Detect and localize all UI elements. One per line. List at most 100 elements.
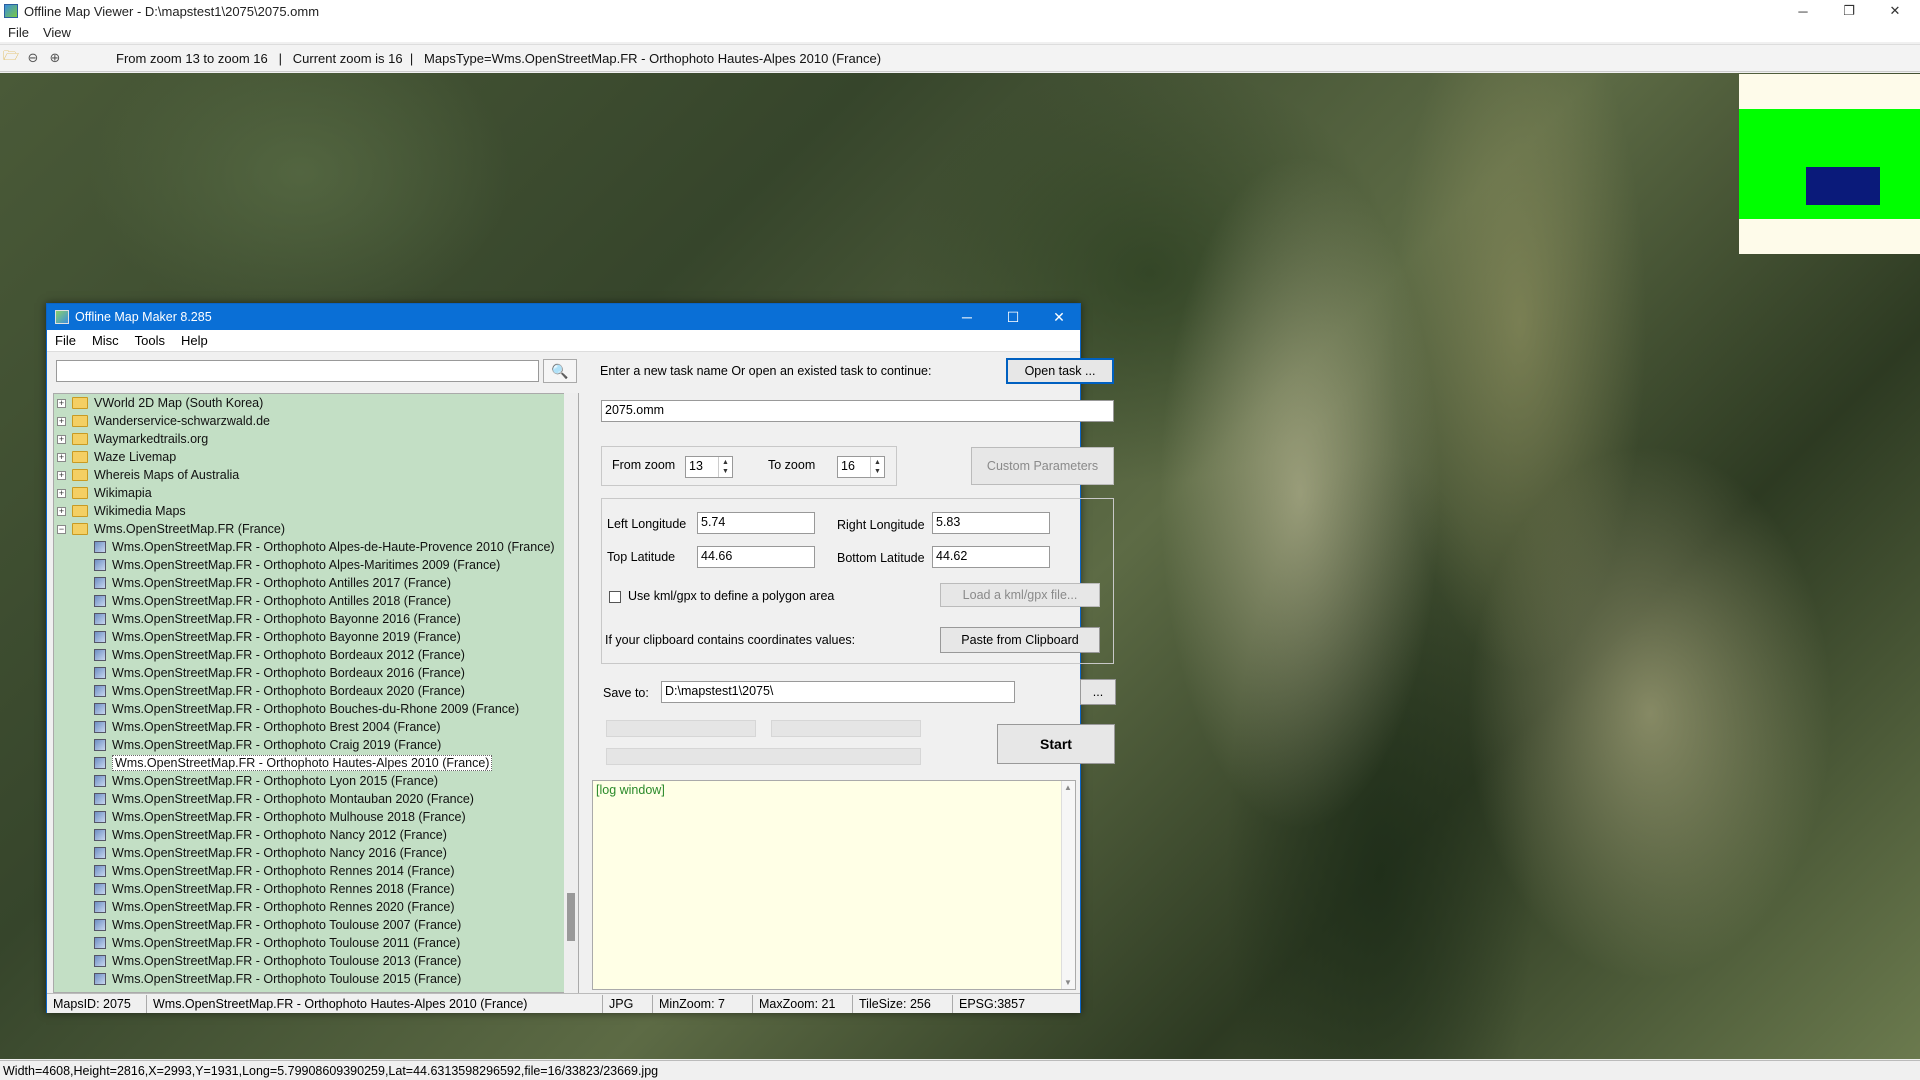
kml-checkbox[interactable] (609, 591, 621, 603)
tree-map-item[interactable]: Wms.OpenStreetMap.FR - Orthophoto Alpes-… (54, 556, 578, 574)
tree-map-item[interactable]: Wms.OpenStreetMap.FR - Orthophoto Craig … (54, 736, 578, 754)
tree-folder[interactable]: + Wanderservice-schwarzwald.de (54, 412, 578, 430)
maximize-button[interactable]: ❐ (1826, 0, 1872, 22)
tree-folder[interactable]: − Wms.OpenStreetMap.FR (France) (54, 520, 578, 538)
log-scrollbar[interactable]: ▲ ▼ (1061, 781, 1075, 989)
tree-map-item[interactable]: Wms.OpenStreetMap.FR - Orthophoto Bayonn… (54, 628, 578, 646)
scroll-up-icon[interactable]: ▲ (1064, 783, 1072, 792)
dialog-close-button[interactable]: ✕ (1036, 304, 1082, 330)
tree-map-item[interactable]: Wms.OpenStreetMap.FR - Orthophoto Rennes… (54, 898, 578, 916)
tree-folder[interactable]: + Whereis Maps of Australia (54, 466, 578, 484)
dialog-menu-file[interactable]: File (55, 333, 76, 348)
tree-map-item[interactable]: Wms.OpenStreetMap.FR - Orthophoto Bordea… (54, 646, 578, 664)
left-longitude-field[interactable]: 5.74 (697, 512, 815, 534)
tree-map-label: Wms.OpenStreetMap.FR - Orthophoto Bordea… (112, 648, 465, 662)
tree-folder[interactable]: + VWorld 2D Map (South Korea) (54, 394, 578, 412)
dialog-minimize-button[interactable]: ─ (944, 304, 990, 330)
tree-map-label: Wms.OpenStreetMap.FR - Orthophoto Toulou… (112, 972, 462, 986)
tree-map-item[interactable]: Wms.OpenStreetMap.FR - Orthophoto Antill… (54, 574, 578, 592)
close-button[interactable]: ✕ (1872, 0, 1918, 22)
map-source-icon (94, 649, 106, 661)
map-source-icon (94, 883, 106, 895)
search-icon[interactable]: 🔍 (543, 359, 577, 383)
save-path-field[interactable]: D:\mapstest1\2075\ (661, 681, 1015, 703)
search-input[interactable] (56, 360, 539, 382)
log-window[interactable]: [log window] ▲ ▼ (592, 780, 1076, 990)
expander-icon[interactable]: + (57, 452, 66, 462)
tree-map-item[interactable]: Wms.OpenStreetMap.FR - Orthophoto Lyon 2… (54, 772, 578, 790)
dialog-menu-misc[interactable]: Misc (92, 333, 119, 348)
scroll-down-icon[interactable]: ▼ (1064, 978, 1072, 987)
map-source-icon (94, 703, 106, 715)
tree-map-item[interactable]: Wms.OpenStreetMap.FR - Orthophoto Montau… (54, 790, 578, 808)
zoom-out-icon[interactable]: ⊖ (22, 47, 44, 69)
folder-icon (72, 487, 88, 499)
tree-map-item[interactable]: Wms.OpenStreetMap.FR - Orthophoto Bordea… (54, 664, 578, 682)
paste-clipboard-button[interactable]: Paste from Clipboard (940, 627, 1100, 653)
top-latitude-field[interactable]: 44.66 (697, 546, 815, 568)
tree-map-item[interactable]: Wms.OpenStreetMap.FR - Orthophoto Bordea… (54, 682, 578, 700)
tree-folder[interactable]: + Wikimedia Maps (54, 502, 578, 520)
tree-scrollbar-thumb[interactable] (567, 893, 575, 941)
start-button[interactable]: Start (997, 724, 1115, 764)
from-zoom-stepper[interactable]: 13 ▲ ▼ (685, 456, 733, 478)
tree-map-item[interactable]: Wms.OpenStreetMap.FR - Orthophoto Toulou… (54, 916, 578, 934)
tree-map-item[interactable]: Wms.OpenStreetMap.FR - Orthophoto Bouche… (54, 700, 578, 718)
map-source-tree[interactable]: + VWorld 2D Map (South Korea) + Wanderservi… (53, 393, 579, 993)
expander-icon[interactable]: + (57, 434, 66, 444)
open-folder-icon[interactable]: 🗁 (0, 47, 22, 69)
custom-parameters-button[interactable]: Custom Parameters (971, 447, 1114, 485)
tree-map-item[interactable]: Wms.OpenStreetMap.FR - Orthophoto Nancy … (54, 826, 578, 844)
task-name-field[interactable]: 2075.omm (601, 400, 1114, 422)
tree-map-item[interactable]: Wms.OpenStreetMap.FR - Orthophoto Rennes… (54, 862, 578, 880)
tree-map-item[interactable]: Wms.OpenStreetMap.FR - Orthophoto Toulou… (54, 952, 578, 970)
stepper-arrows-icon[interactable]: ▲ ▼ (718, 457, 732, 477)
right-longitude-field[interactable]: 5.83 (932, 512, 1050, 534)
stepper-arrows-icon[interactable]: ▲ ▼ (870, 457, 884, 477)
tree-folder[interactable]: + Wikimapia (54, 484, 578, 502)
tree-map-item[interactable]: Wms.OpenStreetMap.FR - Orthophoto Hautes… (54, 754, 578, 772)
browse-button[interactable]: ... (1080, 679, 1116, 705)
tree-map-label: Wms.OpenStreetMap.FR - Orthophoto Nancy … (112, 846, 447, 860)
expander-icon[interactable]: − (57, 524, 66, 534)
tree-map-item[interactable]: Wms.OpenStreetMap.FR - Orthophoto Antill… (54, 592, 578, 610)
expander-icon[interactable]: + (57, 506, 66, 516)
expander-icon[interactable]: + (57, 470, 66, 480)
status-max-zoom: MaxZoom: 21 (753, 994, 853, 1013)
tree-scrollbar[interactable] (564, 393, 578, 993)
tree-map-label: Wms.OpenStreetMap.FR - Orthophoto Montau… (112, 792, 474, 806)
tree-map-item[interactable]: Wms.OpenStreetMap.FR - Orthophoto Bayonn… (54, 610, 578, 628)
tree-map-item[interactable]: Wms.OpenStreetMap.FR - Orthophoto Rennes… (54, 880, 578, 898)
dialog-menu-tools[interactable]: Tools (135, 333, 165, 348)
load-kml-button[interactable]: Load a kml/gpx file... (940, 583, 1100, 607)
expander-icon[interactable]: + (57, 488, 66, 498)
to-zoom-stepper[interactable]: 16 ▲ ▼ (837, 456, 885, 478)
open-task-button[interactable]: Open task ... (1006, 358, 1114, 384)
expander-icon[interactable]: + (57, 416, 66, 426)
tree-folder[interactable]: + Waymarkedtrails.org (54, 430, 578, 448)
minimap[interactable] (1739, 74, 1920, 254)
dialog-maximize-button[interactable]: ☐ (990, 304, 1036, 330)
minimap-viewport[interactable] (1806, 167, 1880, 205)
expander-icon[interactable]: + (57, 398, 66, 408)
main-statusbar: Width=4608,Height=2816,X=2993,Y=1931,Lon… (0, 1060, 1920, 1080)
tree-map-item[interactable]: Wms.OpenStreetMap.FR - Orthophoto Toulou… (54, 934, 578, 952)
menu-view[interactable]: View (43, 25, 71, 40)
folder-icon (72, 397, 88, 409)
minimize-button[interactable]: ─ (1780, 0, 1826, 22)
clipboard-label: If your clipboard contains coordinates v… (605, 633, 856, 647)
tree-map-item[interactable]: Wms.OpenStreetMap.FR - Orthophoto Brest … (54, 718, 578, 736)
zoom-in-icon[interactable]: ⊕ (44, 47, 66, 69)
tree-map-item[interactable]: Wms.OpenStreetMap.FR - Orthophoto Mulhou… (54, 808, 578, 826)
menu-file[interactable]: File (8, 25, 29, 40)
tree-map-item[interactable]: Wms.OpenStreetMap.FR - Orthophoto Toulou… (54, 970, 578, 988)
main-menubar: File View (0, 22, 1920, 42)
dialog-menu-help[interactable]: Help (181, 333, 208, 348)
app-icon (4, 4, 18, 18)
dialog-statusbar: MapsID: 2075 Wms.OpenStreetMap.FR - Orth… (47, 993, 1080, 1013)
tree-map-item[interactable]: Wms.OpenStreetMap.FR - Orthophoto Alpes-… (54, 538, 578, 556)
tree-folder[interactable]: + Waze Livemap (54, 448, 578, 466)
tree-map-label: Wms.OpenStreetMap.FR - Orthophoto Bordea… (112, 684, 465, 698)
bottom-latitude-field[interactable]: 44.62 (932, 546, 1050, 568)
tree-map-item[interactable]: Wms.OpenStreetMap.FR - Orthophoto Nancy … (54, 844, 578, 862)
